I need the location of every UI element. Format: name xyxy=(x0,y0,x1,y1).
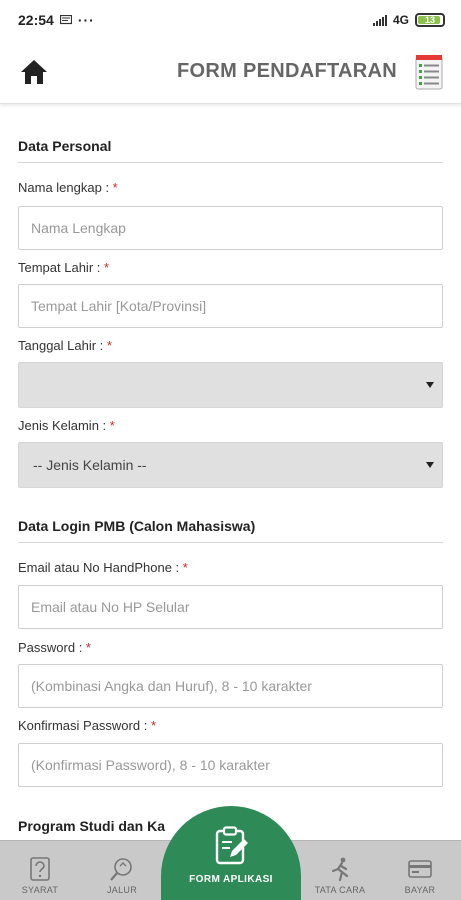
dropdown-caret-icon xyxy=(426,462,434,468)
dropdown-caret-icon xyxy=(426,382,434,388)
tempat-lahir-input[interactable]: Tempat Lahir [Kota/Provinsi] xyxy=(18,284,443,328)
nav-jalur[interactable]: JALUR xyxy=(92,841,152,900)
label-konfirmasi-password: Konfirmasi Password : * xyxy=(18,718,156,733)
section-title-login: Data Login PMB (Calon Mahasiswa) xyxy=(18,518,443,543)
label-tanggal-lahir: Tanggal Lahir : * xyxy=(18,338,112,353)
label-jenis-kelamin: Jenis Kelamin : * xyxy=(18,418,115,433)
battery-icon: 13 xyxy=(415,13,445,27)
label-email: Email atau No HandPhone : * xyxy=(18,560,188,575)
status-left: 22:54 ··· xyxy=(18,12,95,28)
jenis-kelamin-value: -- Jenis Kelamin -- xyxy=(33,457,147,473)
clipboard-edit-icon xyxy=(215,826,248,865)
nav-bayar[interactable]: BAYAR xyxy=(390,841,450,900)
message-icon xyxy=(59,15,72,25)
page-title: FORM PENDAFTARAN xyxy=(177,60,397,82)
requirements-icon xyxy=(30,857,50,881)
nav-syarat[interactable]: SYARAT xyxy=(10,841,70,900)
payment-card-icon xyxy=(408,860,432,878)
search-path-icon xyxy=(110,858,132,881)
konfirmasi-password-input[interactable]: (Konfirmasi Password), 8 - 10 karakter xyxy=(18,743,443,787)
network-type: 4G xyxy=(392,13,409,27)
section-title-program: Program Studi dan Ka xyxy=(18,818,166,834)
status-time: 22:54 xyxy=(18,12,54,28)
form-list-icon[interactable] xyxy=(415,54,443,90)
more-notifications: ··· xyxy=(77,12,95,28)
battery-level: 13 xyxy=(424,15,435,25)
email-input[interactable]: Email atau No HP Selular xyxy=(18,585,443,629)
status-bar: 22:54 ··· 4G 13 xyxy=(0,0,461,40)
nav-tata-cara[interactable]: TATA CARA xyxy=(310,841,370,900)
nav-form-aplikasi[interactable]: FORM APLIKASI xyxy=(161,806,301,900)
app-header: FORM PENDAFTARAN xyxy=(0,40,461,104)
tanggal-lahir-select[interactable] xyxy=(18,362,443,408)
password-input[interactable]: (Kombinasi Angka dan Huruf), 8 - 10 kara… xyxy=(18,664,443,708)
signal-icon xyxy=(372,14,387,26)
jenis-kelamin-select[interactable]: -- Jenis Kelamin -- xyxy=(18,442,443,488)
label-password: Password : * xyxy=(18,640,91,655)
label-tempat-lahir: Tempat Lahir : * xyxy=(18,260,110,275)
label-nama: Nama lengkap : * xyxy=(18,180,118,195)
status-right: 4G 13 xyxy=(372,13,445,27)
home-icon[interactable] xyxy=(18,56,50,88)
running-person-icon xyxy=(331,857,349,882)
nama-lengkap-input[interactable]: Nama Lengkap xyxy=(18,206,443,250)
section-title-personal: Data Personal xyxy=(18,138,443,163)
